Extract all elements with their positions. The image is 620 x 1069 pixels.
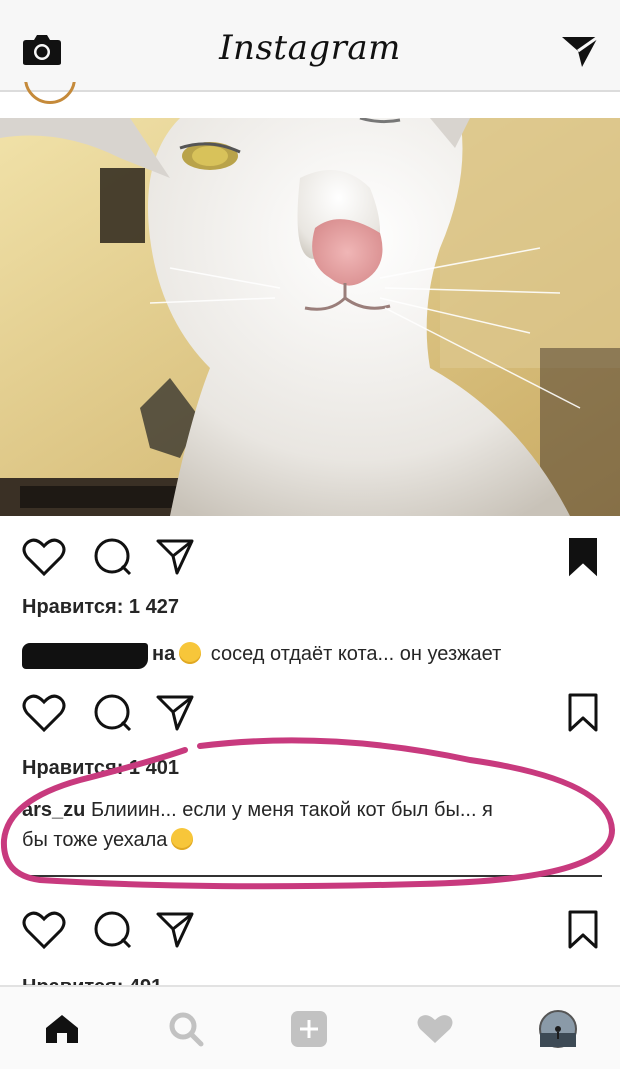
direct-send-icon[interactable] <box>560 34 600 73</box>
post-actions-2 <box>0 693 620 733</box>
like-heart-icon[interactable] <box>22 910 66 950</box>
activity-heart-icon[interactable] <box>416 1013 454 1045</box>
profile-avatar[interactable] <box>538 1009 578 1049</box>
share-send-icon[interactable] <box>155 693 195 733</box>
caption-comment: на сосед отдаёт кота... он уезжает <box>152 639 612 669</box>
share-send-icon[interactable] <box>155 910 195 950</box>
comment-bubble-icon[interactable] <box>93 537 133 577</box>
likes-count-3[interactable]: Нравится: 491 <box>22 972 162 985</box>
comment-bubble-icon[interactable] <box>93 693 133 733</box>
bookmark-saved-icon[interactable] <box>568 537 598 577</box>
bookmark-icon[interactable] <box>568 693 598 733</box>
caption-text: сосед отдаёт кота... он уезжает <box>210 643 502 665</box>
caption-username-suffix[interactable]: на <box>152 643 175 665</box>
post-actions-1 <box>0 537 620 577</box>
top-bar: Instagram <box>0 0 620 92</box>
bookmark-icon[interactable] <box>568 910 598 950</box>
redacted-username <box>22 643 148 669</box>
post-actions-3 <box>0 910 620 950</box>
comment-bubble-icon[interactable] <box>93 910 133 950</box>
like-heart-icon[interactable] <box>22 693 66 733</box>
bottom-nav <box>0 985 620 1069</box>
highlight-circle <box>0 737 616 890</box>
post-avatar-partial[interactable] <box>24 82 76 104</box>
home-icon[interactable] <box>44 1013 80 1045</box>
add-post-icon[interactable] <box>290 1010 328 1048</box>
post-photo[interactable] <box>0 118 620 516</box>
search-icon[interactable] <box>168 1011 204 1047</box>
app-logo: Instagram <box>219 28 401 68</box>
share-send-icon[interactable] <box>155 537 195 577</box>
smiley-emoji-icon <box>179 642 202 664</box>
like-heart-icon[interactable] <box>22 537 66 577</box>
likes-count[interactable]: Нравится: 1 427 <box>22 596 179 619</box>
